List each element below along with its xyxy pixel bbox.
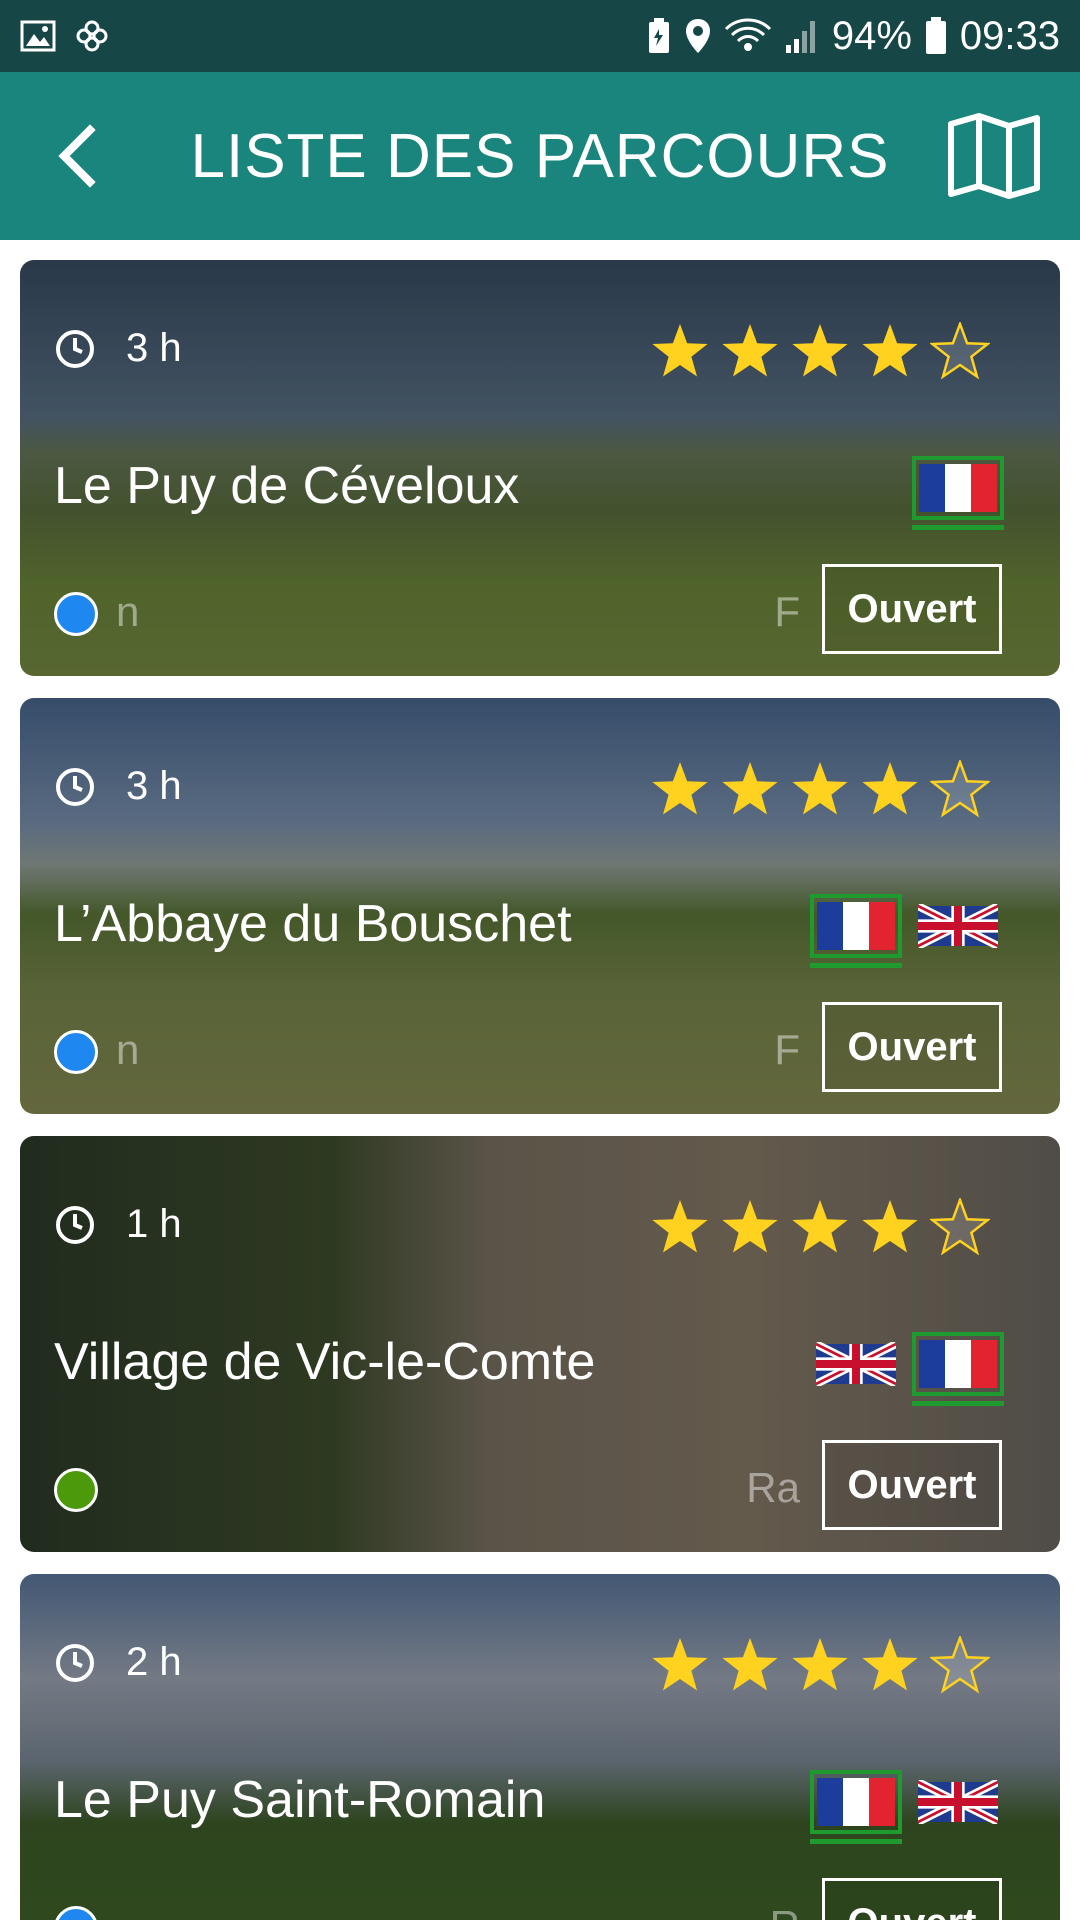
status-dot — [54, 1030, 98, 1074]
language-flags — [810, 1332, 1004, 1406]
battery-saver-icon — [646, 17, 672, 55]
language-flags — [810, 894, 1004, 968]
route-duration: 2 h — [54, 1640, 182, 1685]
pinwheel-icon — [74, 18, 110, 54]
star-filled-icon — [722, 324, 778, 377]
flag-fr-icon[interactable] — [912, 1332, 1004, 1406]
route-card[interactable]: 2 h Le Puy Saint-Romain R Ouvert — [20, 1574, 1060, 1920]
star-filled-icon — [792, 762, 848, 815]
faded-text: n — [116, 1026, 140, 1073]
location-icon — [684, 17, 712, 55]
star-empty-icon — [930, 1636, 990, 1694]
rating-stars — [650, 1198, 990, 1258]
star-filled-icon — [792, 1638, 848, 1691]
star-filled-icon — [862, 1200, 918, 1253]
page-title: LISTE DES PARCOURS — [190, 121, 890, 191]
route-duration: 3 h — [54, 326, 182, 371]
star-filled-icon — [862, 762, 918, 815]
flag-fr-icon[interactable] — [810, 894, 902, 968]
star-filled-icon — [862, 324, 918, 377]
image-icon — [20, 20, 56, 52]
star-filled-icon — [652, 762, 708, 815]
route-name: L’Abbaye du Bouschet — [54, 895, 572, 953]
language-flags — [810, 1770, 1004, 1844]
clock: 09:33 — [959, 13, 1060, 58]
faded-text: R — [770, 1902, 800, 1920]
flag-fr-icon[interactable] — [810, 1770, 902, 1844]
star-filled-icon — [722, 1200, 778, 1253]
signal-icon — [784, 17, 820, 55]
route-card[interactable]: 1 h Village de Vic-le-Comte Ra Ouvert — [20, 1136, 1060, 1552]
star-empty-icon — [930, 322, 990, 380]
route-name: Le Puy Saint-Romain — [54, 1771, 546, 1829]
star-filled-icon — [652, 324, 708, 377]
status-bar: 94% 09:33 — [0, 0, 1080, 72]
rating-stars — [650, 322, 990, 382]
star-filled-icon — [792, 324, 848, 377]
map-icon — [948, 113, 1040, 199]
open-button[interactable]: Ouvert — [822, 564, 1002, 654]
flag-fr-icon[interactable] — [912, 456, 1004, 530]
star-filled-icon — [722, 1638, 778, 1691]
rating-stars — [650, 760, 990, 820]
route-name: Le Puy de Céveloux — [54, 457, 520, 515]
map-button[interactable] — [944, 110, 1044, 202]
language-flags — [912, 456, 1004, 530]
route-duration: 3 h — [54, 764, 182, 809]
status-dot — [54, 592, 98, 636]
status-right: 94% 09:33 — [646, 14, 1060, 59]
flag-uk-icon[interactable] — [810, 1332, 902, 1396]
star-empty-icon — [930, 760, 990, 818]
faded-text: Ra — [746, 1464, 800, 1511]
chevron-left-icon — [58, 124, 96, 188]
wifi-icon — [724, 17, 772, 55]
star-filled-icon — [652, 1638, 708, 1691]
battery-percent: 94% — [831, 13, 912, 58]
status-dot — [54, 1468, 98, 1512]
route-name: Village de Vic-le-Comte — [54, 1333, 596, 1391]
star-filled-icon — [792, 1200, 848, 1253]
faded-text: F — [774, 588, 800, 635]
open-button[interactable]: Ouvert — [822, 1878, 1002, 1920]
star-filled-icon — [862, 1638, 918, 1691]
open-button[interactable]: Ouvert — [822, 1002, 1002, 1092]
battery-icon — [924, 16, 948, 56]
faded-text: F — [774, 1026, 800, 1073]
route-duration: 1 h — [54, 1202, 182, 1247]
rating-stars — [650, 1636, 990, 1696]
clock-icon — [56, 1205, 94, 1244]
flag-uk-icon[interactable] — [912, 1770, 1004, 1834]
status-left — [20, 18, 110, 54]
clock-icon — [56, 1643, 94, 1682]
clock-icon — [56, 767, 94, 806]
app-bar: LISTE DES PARCOURS — [0, 72, 1080, 240]
route-card[interactable]: 3 h L’Abbaye du Bouschet n F Ouvert — [20, 698, 1060, 1114]
star-empty-icon — [930, 1198, 990, 1256]
star-filled-icon — [652, 1200, 708, 1253]
back-button[interactable] — [36, 112, 116, 200]
route-list: 3 h Le Puy de Céveloux n F Ouvert 3 h L’… — [0, 240, 1080, 1920]
clock-icon — [56, 329, 94, 368]
open-button[interactable]: Ouvert — [822, 1440, 1002, 1530]
flag-uk-icon[interactable] — [912, 894, 1004, 958]
star-filled-icon — [722, 762, 778, 815]
route-card[interactable]: 3 h Le Puy de Céveloux n F Ouvert — [20, 260, 1060, 676]
faded-text: n — [116, 588, 140, 635]
